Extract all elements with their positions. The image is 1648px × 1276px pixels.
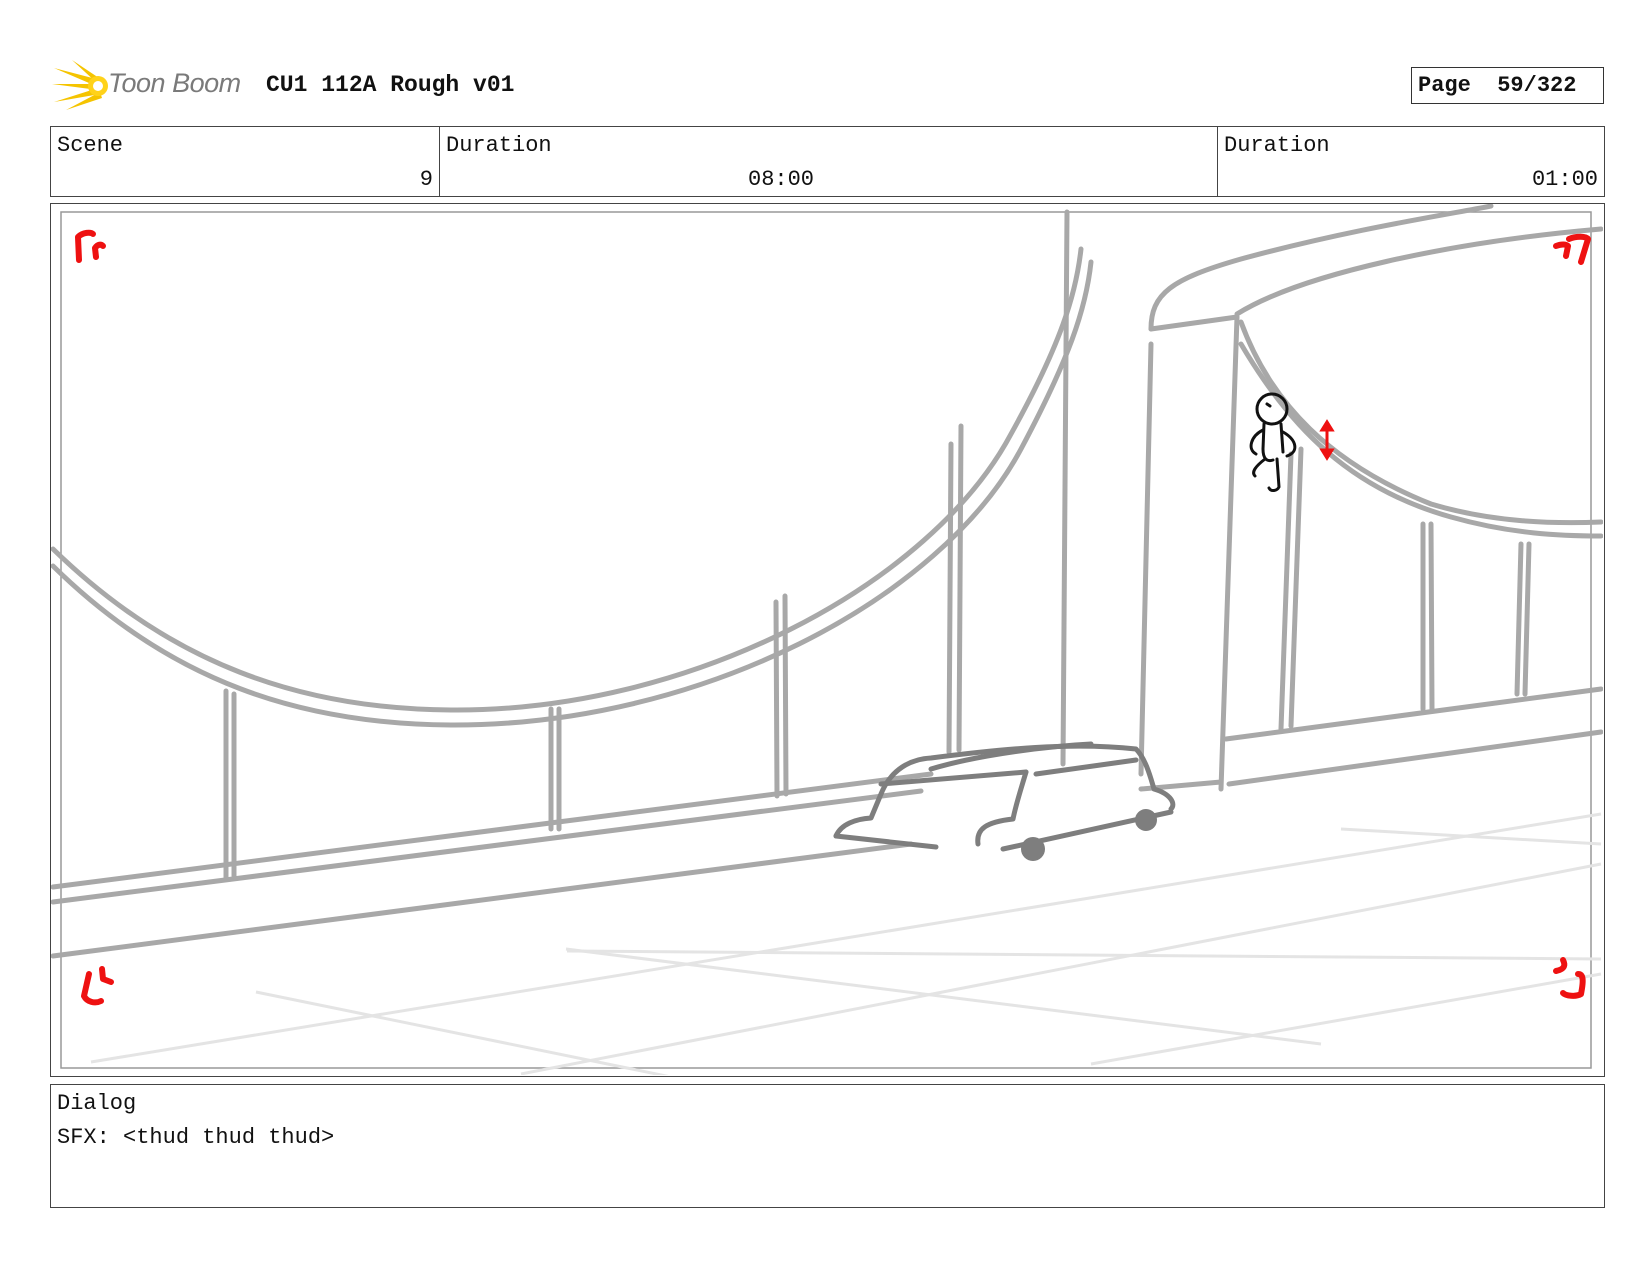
- bridge-sketch: [51, 204, 1603, 959]
- scene-label: Scene: [57, 133, 124, 158]
- duration-label-1: Duration: [446, 133, 552, 158]
- logo-text: Toon Boom: [108, 68, 241, 98]
- page-label: Page: [1418, 73, 1471, 98]
- page-indicator: Page 59/322: [1411, 67, 1604, 104]
- storyboard-panel: [50, 203, 1605, 1077]
- panel-sketch: [51, 204, 1603, 1075]
- scene-value: 9: [419, 167, 433, 192]
- dialog-label: Dialog: [57, 1091, 137, 1116]
- car-wheels: [1021, 809, 1157, 861]
- duration-cell-1: Duration 08:00: [439, 127, 1217, 196]
- dialog-box: Dialog SFX: <thud thud thud>: [50, 1084, 1605, 1208]
- inner-frame: [60, 211, 1592, 1069]
- page-value: 59/322: [1497, 73, 1577, 98]
- document-title: CU1 112A Rough v01: [266, 72, 515, 98]
- duration-cell-2: Duration 01:00: [1217, 127, 1604, 196]
- duration-value-2: 01:00: [1531, 167, 1598, 192]
- scene-cell: Scene 9: [51, 127, 439, 196]
- scene-info-table: Scene 9 Duration 08:00 Duration 01:00: [50, 126, 1605, 197]
- dialog-text: SFX: <thud thud thud>: [57, 1125, 335, 1150]
- duration-label-2: Duration: [1224, 133, 1330, 158]
- duration-value-1: 08:00: [748, 167, 815, 192]
- corner-guide-marks: [75, 229, 1591, 1006]
